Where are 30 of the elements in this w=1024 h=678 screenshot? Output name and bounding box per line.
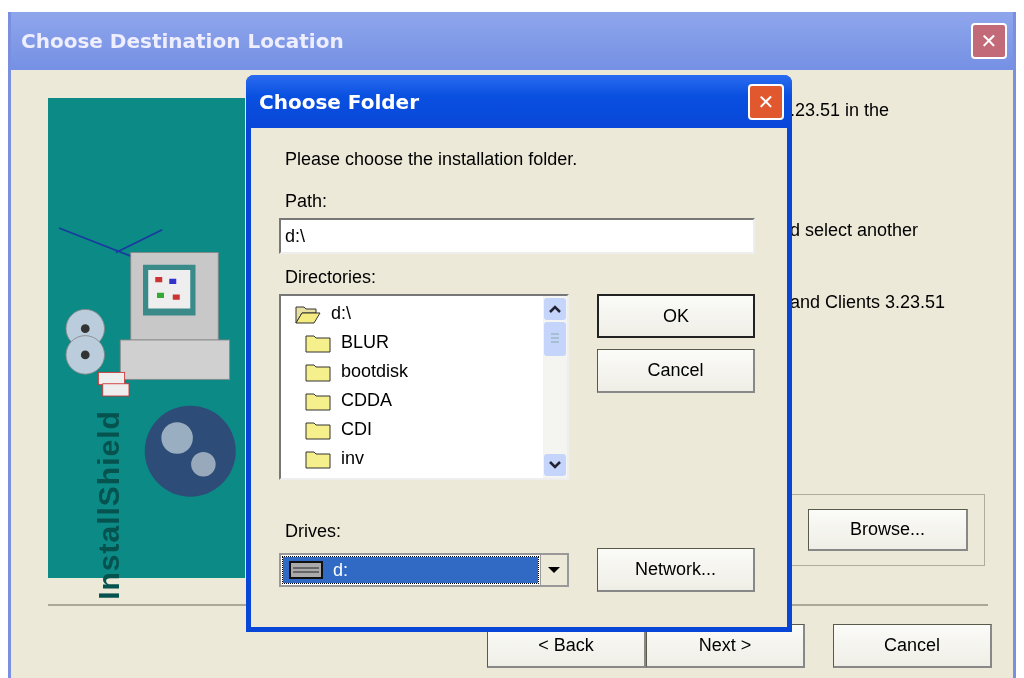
dialog-title: Choose Folder (259, 89, 420, 114)
directory-item[interactable]: CDI (295, 415, 543, 444)
cancel-button[interactable]: Cancel (833, 624, 992, 668)
directory-item[interactable]: BLUR (295, 328, 543, 357)
drives-label: Drives: (285, 520, 342, 542)
instruction-text: and Clients 3.23.51 (790, 292, 947, 312)
scroll-down-icon[interactable] (544, 454, 566, 476)
window-title: Choose Destination Location (21, 29, 344, 53)
directory-item[interactable]: CDDA (295, 386, 543, 415)
close-button[interactable]: ✕ (971, 23, 1007, 59)
instruction-text: .23.51 in the (790, 100, 891, 120)
browse-button[interactable]: Browse... (808, 509, 968, 551)
prompt-text: Please choose the installation folder. (285, 148, 579, 170)
path-field[interactable]: d:\ (279, 218, 755, 254)
scroll-thumb[interactable] (544, 322, 566, 356)
directory-item[interactable]: d:\ (295, 299, 543, 328)
directory-item[interactable]: inv (295, 444, 543, 473)
directory-item[interactable]: bootdisk (295, 357, 543, 386)
drive-dropdown[interactable]: d: (279, 553, 569, 587)
cancel-button[interactable]: Cancel (597, 349, 755, 393)
banner-text: InstallShield (91, 410, 126, 600)
close-button[interactable]: ✕ (748, 83, 784, 120)
path-label: Path: (285, 190, 329, 212)
drive-icon (289, 561, 323, 579)
scroll-up-icon[interactable] (544, 298, 566, 320)
caret-icon (540, 555, 567, 585)
ok-button[interactable]: OK (597, 294, 755, 338)
network-button[interactable]: Network... (597, 548, 755, 592)
directories-label: Directories: (285, 266, 378, 288)
scrollbar[interactable] (543, 296, 567, 478)
